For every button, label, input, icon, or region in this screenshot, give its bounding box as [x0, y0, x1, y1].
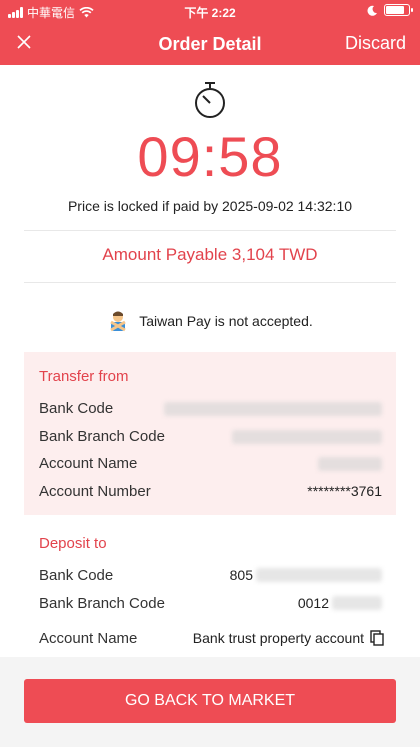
payment-notice: Taiwan Pay is not accepted.	[0, 310, 420, 332]
copy-icon[interactable]	[370, 630, 384, 646]
countdown-timer: 09:58	[137, 125, 283, 188]
footer: GO BACK TO MARKET	[0, 657, 420, 747]
to-account-name-text: Bank trust property account	[192, 630, 364, 646]
from-account-number-label: Account Number	[39, 483, 151, 500]
moon-icon	[367, 5, 377, 16]
from-bank-code-label: Bank Code	[39, 400, 114, 417]
deposit-to-title: Deposit to	[39, 535, 107, 552]
battery-icon	[384, 4, 413, 16]
from-branch-code-value	[232, 428, 382, 445]
to-branch-code-value[interactable]: 0012	[298, 595, 382, 611]
amount-payable: Amount Payable 3,104 TWD	[102, 245, 318, 264]
stopwatch-icon	[195, 82, 225, 118]
divider	[24, 230, 396, 231]
from-bank-code-value	[164, 400, 382, 417]
to-account-name-value[interactable]: Bank trust property account	[193, 630, 384, 646]
from-account-name-value	[318, 455, 382, 472]
from-account-number-value: ********3761	[307, 483, 382, 499]
status-bar: 中華電信 下午 2:22	[0, 0, 420, 22]
status-time: 下午 2:22	[184, 6, 236, 20]
from-branch-code-label: Bank Branch Code	[39, 428, 165, 445]
person-crossed-arms-icon	[110, 311, 126, 332]
notice-text: Taiwan Pay is not accepted.	[139, 313, 313, 329]
battery-fill	[386, 6, 404, 14]
to-account-name-label: Account Name	[39, 630, 138, 647]
to-bank-code-value[interactable]: 805	[230, 567, 382, 583]
to-branch-code-label: Bank Branch Code	[39, 595, 165, 612]
divider	[24, 282, 396, 283]
to-bank-code-text: 805	[229, 567, 253, 583]
to-bank-code-label: Bank Code	[39, 567, 114, 584]
transfer-from-panel: Transfer from Bank Code Bank Branch Code…	[24, 352, 396, 515]
nav-bar: Order Detail Discard	[0, 22, 420, 65]
price-lock-note: Price is locked if paid by 2025-09-02 14…	[67, 198, 353, 214]
masked-value	[256, 568, 382, 582]
go-back-to-market-button[interactable]: GO BACK TO MARKET	[24, 679, 396, 723]
to-branch-code-text: 0012	[297, 595, 329, 611]
masked-value	[332, 596, 382, 610]
from-account-name-label: Account Name	[39, 455, 138, 472]
status-bar-right	[367, 4, 413, 16]
transfer-from-title: Transfer from	[39, 368, 129, 385]
discard-button[interactable]: Discard	[345, 33, 406, 54]
deposit-to-panel: Deposit to Bank Code 805 Bank Branch Cod…	[24, 530, 396, 660]
header: 中華電信 下午 2:22 Order Detail Discard	[0, 0, 420, 65]
